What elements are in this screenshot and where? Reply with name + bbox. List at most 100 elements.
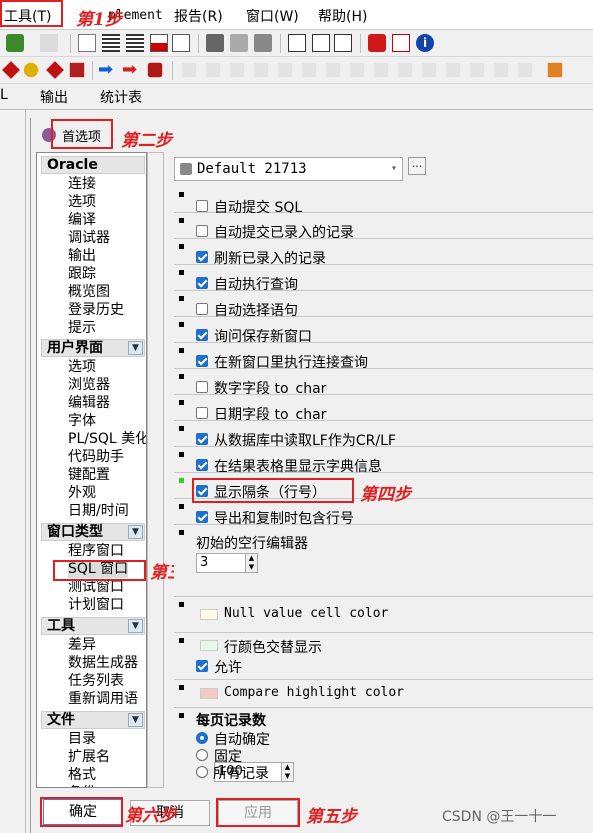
cat-item[interactable]: PL/SQL 美化 <box>68 431 146 448</box>
cascade-icon[interactable] <box>334 34 352 52</box>
cat-item[interactable]: 选项 <box>68 194 96 211</box>
pref-checkbox[interactable] <box>196 381 208 393</box>
pref-checkbox[interactable] <box>196 511 208 523</box>
category-scrollbar[interactable] <box>147 152 164 788</box>
cat-item[interactable]: 选项 <box>68 359 96 376</box>
cat-item[interactable]: 计划窗口 <box>68 597 124 614</box>
cat-item[interactable]: 日期/时间 <box>68 503 129 520</box>
new-icon[interactable] <box>40 34 58 52</box>
menu-window[interactable]: 窗口(W) <box>246 6 299 26</box>
run-icon[interactable] <box>206 34 224 52</box>
cat-item[interactable]: 备份 <box>68 785 96 787</box>
cat-item[interactable]: 扩展名 <box>68 749 110 766</box>
bookmark-9-icon[interactable] <box>373 62 389 78</box>
pref-checkbox[interactable] <box>196 200 208 212</box>
pref-checkbox[interactable] <box>196 225 208 237</box>
tab-statistics[interactable]: 统计表 <box>100 87 142 107</box>
pref-checkbox[interactable] <box>196 251 208 263</box>
unindent-icon[interactable] <box>126 34 144 52</box>
pref-checkbox[interactable] <box>196 433 208 445</box>
pref-checkbox[interactable] <box>196 355 208 367</box>
clear-icon[interactable] <box>46 61 64 79</box>
alt-color-swatch[interactable] <box>200 640 218 651</box>
print-icon[interactable] <box>150 34 168 52</box>
briefcase-icon[interactable] <box>147 62 163 78</box>
bookmark-5-icon[interactable] <box>277 62 293 78</box>
tile-icon[interactable] <box>312 34 330 52</box>
cat-item[interactable]: 数据生成器 <box>68 655 138 672</box>
group-oracle[interactable]: Oracle <box>41 156 145 174</box>
cat-item[interactable]: 浏览器 <box>68 377 110 394</box>
preset-select[interactable]: Default 21713 ▾ <box>174 157 403 181</box>
pref-checkbox[interactable] <box>196 303 208 315</box>
per-page-auto-radio[interactable] <box>196 732 208 744</box>
pdf-icon[interactable] <box>392 34 410 52</box>
cat-item[interactable]: 编译 <box>68 212 96 229</box>
page-icon[interactable] <box>172 34 190 52</box>
cat-item[interactable]: 调试器 <box>68 230 110 247</box>
document-icon[interactable] <box>78 34 96 52</box>
cat-item[interactable]: 差异 <box>68 637 96 654</box>
cat-item[interactable]: 外观 <box>68 485 96 502</box>
bookmark-13-icon[interactable] <box>469 62 485 78</box>
cat-item[interactable]: 任务列表 <box>68 673 124 690</box>
stop-icon[interactable] <box>368 34 386 52</box>
cat-item[interactable]: 提示 <box>68 320 96 337</box>
bookmark-2-icon[interactable] <box>205 62 221 78</box>
menu-help[interactable]: 帮助(H) <box>318 6 367 26</box>
bookmark-11-icon[interactable] <box>421 62 437 78</box>
group-tools[interactable]: 工具 ▼ <box>41 617 145 635</box>
bookmark-3-icon[interactable] <box>229 62 245 78</box>
highlight-icon[interactable] <box>23 62 39 78</box>
export-icon[interactable] <box>547 62 563 78</box>
bookmark-15-icon[interactable] <box>517 62 533 78</box>
cat-item[interactable]: 程序窗口 <box>68 543 124 560</box>
group-files[interactable]: 文件 ▼ <box>41 711 145 729</box>
pref-checkbox[interactable] <box>196 407 208 419</box>
brush-icon[interactable] <box>69 62 85 78</box>
debug-icon[interactable] <box>254 34 272 52</box>
step-icon[interactable] <box>230 34 248 52</box>
cat-item[interactable]: 登录历史 <box>68 302 124 319</box>
cat-item[interactable]: 字体 <box>68 413 96 430</box>
info-icon[interactable]: i <box>416 34 434 52</box>
cat-item[interactable]: 输出 <box>68 248 96 265</box>
empty-editor-spinner[interactable]: 3 ▲ ▼ <box>196 553 258 573</box>
cat-item[interactable]: 跟踪 <box>68 266 96 283</box>
cat-item[interactable]: 测试窗口 <box>68 579 124 596</box>
pref-checkbox[interactable] <box>196 329 208 341</box>
group-user-interface[interactable]: 用户界面 ▼ <box>41 339 145 357</box>
connect-icon[interactable] <box>6 34 24 52</box>
arrow-right-red-icon[interactable]: ➡ <box>122 61 140 79</box>
windows-icon[interactable] <box>288 34 306 52</box>
tab-output[interactable]: 输出 <box>40 87 68 107</box>
cat-item[interactable]: 键配置 <box>68 467 110 484</box>
pref-checkbox[interactable] <box>196 459 208 471</box>
menu-reports[interactable]: 报告(R) <box>174 6 223 26</box>
per-page-fixed-radio[interactable] <box>196 749 208 761</box>
tab-partial[interactable]: L <box>0 87 8 103</box>
arrow-right-blue-icon[interactable]: ➡ <box>98 61 116 79</box>
cat-item[interactable]: 格式 <box>68 767 96 784</box>
group-window-types[interactable]: 窗口类型 ▼ <box>41 523 145 541</box>
indent-icon[interactable] <box>102 34 120 52</box>
bookmark-7-icon[interactable] <box>325 62 341 78</box>
cat-item[interactable]: 连接 <box>68 176 96 193</box>
bookmark-10-icon[interactable] <box>397 62 413 78</box>
per-page-all-radio[interactable] <box>196 766 208 778</box>
erase-icon[interactable] <box>2 61 20 79</box>
alt-color-allow-checkbox[interactable] <box>196 660 208 672</box>
cat-item[interactable]: 概览图 <box>68 284 110 301</box>
cat-item[interactable]: 代码助手 <box>68 449 124 466</box>
compare-color-swatch[interactable] <box>200 688 218 699</box>
bookmark-8-icon[interactable] <box>349 62 365 78</box>
cat-item[interactable]: 编辑器 <box>68 395 110 412</box>
bookmark-4-icon[interactable] <box>253 62 269 78</box>
bookmark-14-icon[interactable] <box>493 62 509 78</box>
bookmark-6-icon[interactable] <box>301 62 317 78</box>
pref-checkbox[interactable] <box>196 277 208 289</box>
cat-item[interactable]: 重新调用语 <box>68 691 138 708</box>
bookmark-icon[interactable] <box>181 62 197 78</box>
null-color-swatch[interactable] <box>200 609 218 620</box>
preset-more-button[interactable]: ... <box>408 157 426 175</box>
